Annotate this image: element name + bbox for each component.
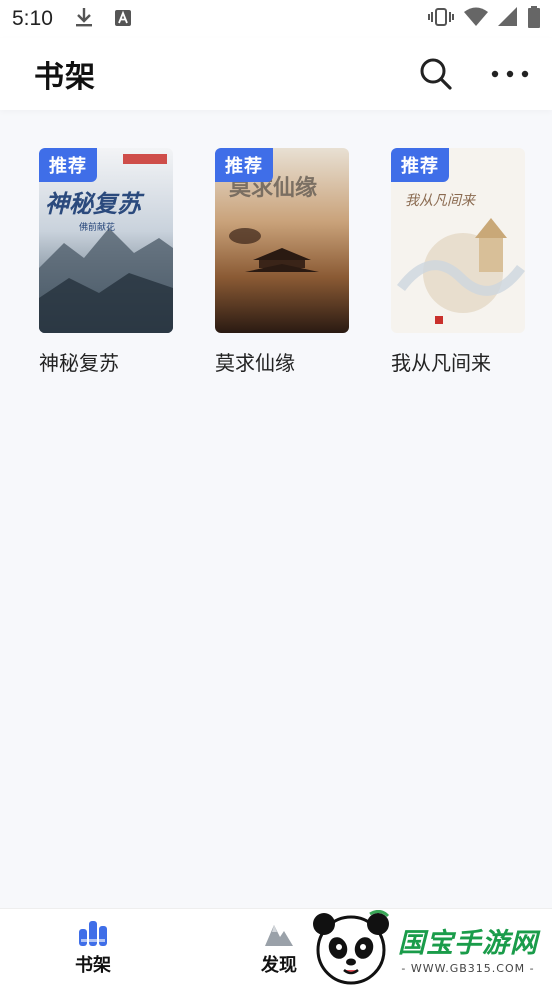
cover-author-text: 佛前献花	[79, 223, 116, 233]
bookshelf: 神秘复苏 佛前献花 推荐 神秘复苏 莫求仙缘 推荐 莫求仙缘 我从凡间来 推荐 …	[0, 110, 552, 908]
nav-item-bookshelf[interactable]: 书架	[0, 909, 186, 986]
app-bar: 书架	[0, 38, 552, 110]
bookshelf-icon	[79, 921, 107, 946]
book-cover[interactable]: 莫求仙缘 推荐	[215, 148, 349, 333]
book-cover[interactable]: 我从凡间来 推荐	[391, 148, 525, 333]
more-button[interactable]	[488, 52, 532, 96]
nav-label: 书架	[75, 955, 111, 976]
recommend-badge: 推荐	[215, 148, 273, 182]
battery-icon	[528, 5, 540, 33]
cover-title-text: 神秘复苏	[45, 189, 141, 218]
watermark-title: 国宝手游网	[398, 928, 538, 959]
book-item[interactable]: 我从凡间来 推荐 我从凡间来	[391, 148, 527, 376]
font-app-icon	[114, 7, 131, 31]
recommend-badge: 推荐	[39, 148, 97, 182]
book-title: 我从凡间来	[391, 351, 491, 375]
download-icon	[75, 7, 93, 32]
site-watermark: 国宝手游网 - WWW.GB315.COM -	[310, 910, 552, 986]
book-item[interactable]: 莫求仙缘 推荐 莫求仙缘	[215, 148, 351, 376]
vibrate-icon	[428, 7, 454, 32]
book-title: 莫求仙缘	[215, 351, 295, 375]
status-bar: 5:10	[0, 0, 552, 38]
search-icon	[420, 58, 452, 90]
book-cover[interactable]: 神秘复苏 佛前献花 推荐	[39, 148, 173, 333]
book-title: 神秘复苏	[39, 351, 119, 375]
more-icon	[491, 70, 529, 78]
wifi-icon	[464, 7, 488, 32]
page-title: 书架	[34, 60, 96, 95]
mountain-icon	[265, 925, 293, 946]
panda-logo-icon	[313, 910, 390, 985]
recommend-badge: 推荐	[391, 148, 449, 182]
status-time: 5:10	[12, 7, 53, 30]
book-item[interactable]: 神秘复苏 佛前献花 推荐 神秘复苏	[39, 148, 175, 376]
watermark-url: - WWW.GB315.COM -	[401, 962, 535, 975]
cell-signal-icon	[498, 6, 518, 32]
nav-label: 发现	[261, 955, 297, 976]
search-button[interactable]	[414, 52, 458, 96]
cover-title-text: 我从凡间来	[405, 193, 475, 209]
